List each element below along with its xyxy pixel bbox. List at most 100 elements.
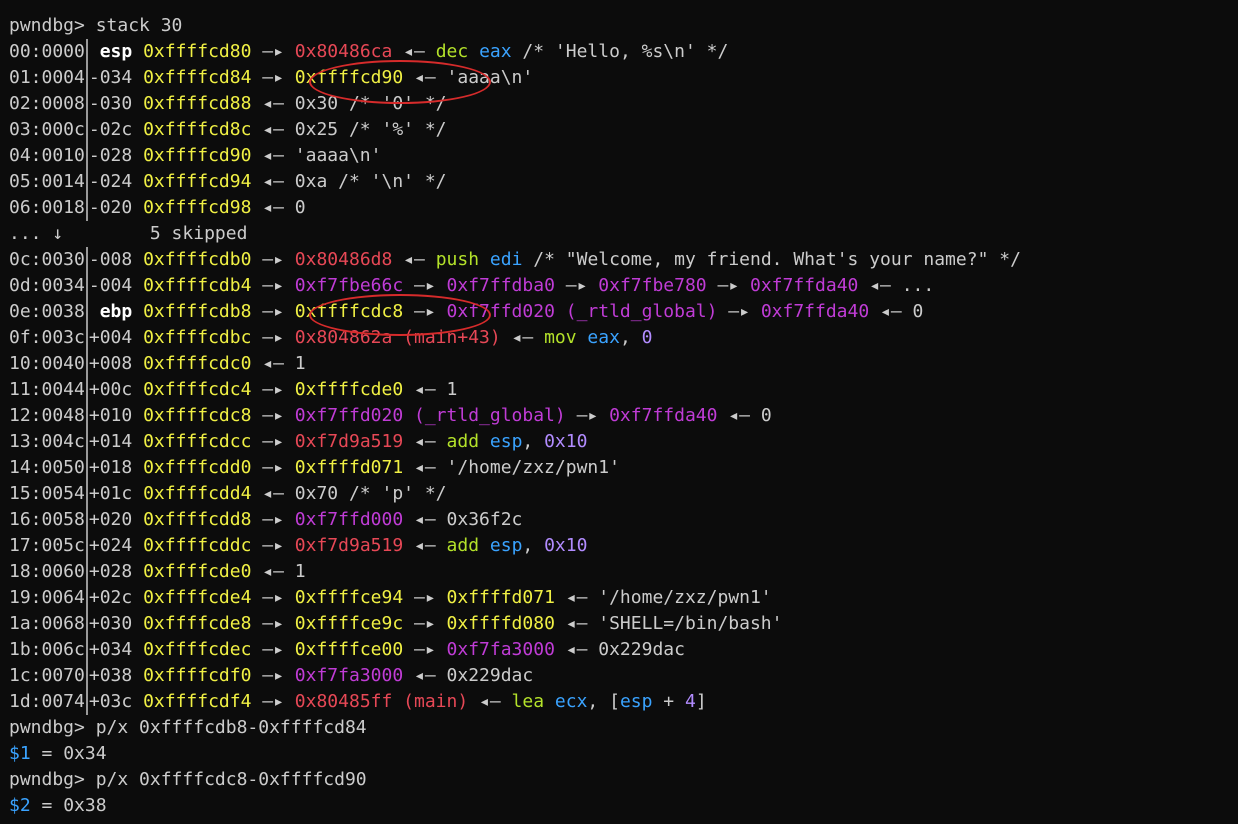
stack-offset: 0e:0038 <box>9 301 85 322</box>
text-segment <box>479 535 490 556</box>
stack-relative-offset: -004 <box>88 275 133 296</box>
text-segment: 0xffffcd80 <box>143 41 252 62</box>
stack-relative-offset: -028 <box>88 145 133 166</box>
text-segment: 0xffffd071 <box>446 587 555 608</box>
text-segment: add <box>446 535 480 556</box>
text-segment: 0xffffcddc <box>143 535 252 556</box>
text-segment: /* "Welcome, my friend. What's your name… <box>522 249 1021 270</box>
text-segment: 0xffffcdc4 <box>143 379 252 400</box>
stack-row: 0f:003c +004 0xffffcdbc —▸ 0x804862a (mai… <box>0 325 1238 351</box>
text-segment: —▸ <box>251 587 295 608</box>
stack-relative-offset: -020 <box>88 197 133 218</box>
text-segment: —▸ <box>565 405 610 426</box>
text-segment: 0xffffce00 <box>294 639 404 660</box>
text-segment: + <box>652 691 685 712</box>
text-segment: ◂— 0x70 /* 'p' */ <box>251 483 447 504</box>
text-segment <box>479 249 490 270</box>
text-segment: p/x 0xffffcdb8-0xffffcd84 <box>95 717 367 738</box>
text-segment: 0xffffcd8c <box>143 119 252 140</box>
stack-offset: 18:0060 <box>9 561 85 582</box>
stack-offset: 01:0004 <box>9 67 85 88</box>
text-segment: 0xffffcdc8 <box>143 405 252 426</box>
text-segment: 0xffffcdd4 <box>143 483 252 504</box>
text-segment: ◂— 0xa /* '\n' */ <box>251 171 447 192</box>
stack-offset: 16:0058 <box>9 509 85 530</box>
stack-relative-offset: +01c <box>88 483 133 504</box>
text-segment: 0xffffce9c <box>294 613 404 634</box>
text-segment: 0xf7d9a519 <box>294 431 404 452</box>
terminal-window[interactable]: pwndbg> stack 30 00:0000 esp 0xffffcd80 —… <box>0 0 1238 824</box>
text-segment: ◂— 'aaaa\n' <box>251 145 382 166</box>
stack-row: 13:004c +014 0xffffcdcc —▸ 0xf7d9a519 ◂— … <box>0 429 1238 455</box>
stack-row: 10:0040 +008 0xffffcdc0 ◂— 1 <box>0 351 1238 377</box>
text-segment: —▸ <box>251 249 295 270</box>
column-separator <box>85 507 88 533</box>
text-segment <box>468 41 479 62</box>
text-segment <box>132 691 143 712</box>
text-segment: 0xffffcdcc <box>143 431 252 452</box>
stack-row: 14:0050 +018 0xffffcdd0 —▸ 0xffffd071 ◂— … <box>0 455 1238 481</box>
text-segment <box>132 639 143 660</box>
text-segment: 0xf7ffdba0 <box>446 275 555 296</box>
stack-offset: 03:000c <box>9 119 85 140</box>
text-segment <box>132 67 143 88</box>
stack-relative-offset: -030 <box>88 93 133 114</box>
text-segment: $2 <box>9 795 31 816</box>
column-separator <box>85 195 88 221</box>
stack-offset: 0d:0034 <box>9 275 85 296</box>
text-segment: esp <box>489 535 523 556</box>
text-segment: 0xf7ffda40 <box>609 405 718 426</box>
text-segment: 0xffffcde0 <box>294 379 404 400</box>
text-segment: 0xffffcdb0 <box>143 249 252 270</box>
text-segment: ◂— <box>468 691 512 712</box>
stack-row: 12:0048 +010 0xffffcdc8 —▸ 0xf7ffd020 (_r… <box>0 403 1238 429</box>
stack-row: 0e:0038 ebp 0xffffcdb8 —▸ 0xffffcdc8 —▸ … <box>0 299 1238 325</box>
column-separator <box>85 351 88 377</box>
text-segment: ] <box>695 691 707 712</box>
stack-row: 15:0054 +01c 0xffffcdd4 ◂— 0x70 /* 'p' */ <box>0 481 1238 507</box>
stack-relative-offset: +008 <box>88 353 133 374</box>
stack-relative-offset: +00c <box>88 379 133 400</box>
stack-relative-offset: +014 <box>88 431 133 452</box>
text-segment: ◂— <box>392 249 436 270</box>
terminal-line: pwndbg> stack 30 <box>0 13 1238 39</box>
text-segment: lea <box>511 691 545 712</box>
text-segment <box>132 457 143 478</box>
text-segment: 0xffffcd98 <box>143 197 252 218</box>
column-separator <box>85 611 88 637</box>
text-segment: 0xffffcdec <box>143 639 252 660</box>
text-segment: 0xffffd071 <box>294 457 404 478</box>
prompt-label: pwndbg> <box>9 717 96 738</box>
column-separator <box>85 169 88 195</box>
text-segment: ◂— <box>403 431 447 452</box>
text-segment: , [ <box>587 691 620 712</box>
text-segment: —▸ <box>251 301 295 322</box>
column-separator <box>85 65 88 91</box>
text-segment: dec <box>435 41 469 62</box>
text-segment: ◂— <box>392 41 436 62</box>
text-segment: p/x 0xffffcdc8-0xffffcd90 <box>95 769 367 790</box>
column-separator <box>85 559 88 585</box>
stack-offset: 0f:003c <box>9 327 85 348</box>
stack-offset: 17:005c <box>9 535 85 556</box>
column-separator <box>85 585 88 611</box>
text-segment: 0x80486ca <box>294 41 393 62</box>
text-segment: 0xffffce94 <box>294 587 404 608</box>
text-segment: —▸ <box>251 379 295 400</box>
text-segment: 0xffffcdd8 <box>143 509 252 530</box>
text-segment: 0xffffcdb8 <box>143 301 252 322</box>
stack-relative-offset: +028 <box>88 561 133 582</box>
text-segment: —▸ <box>251 613 295 634</box>
text-segment: eax <box>587 327 620 348</box>
text-segment: 0x10 <box>544 431 588 452</box>
text-segment: ... ↓ 5 skipped <box>9 223 248 244</box>
text-segment: —▸ <box>403 275 447 296</box>
text-segment: ◂— 0 <box>251 197 306 218</box>
text-segment <box>132 561 143 582</box>
text-segment: —▸ <box>251 405 295 426</box>
text-segment <box>132 301 143 322</box>
text-segment: ◂— '/home/zxz/pwn1' <box>403 457 620 478</box>
text-segment: 4 <box>684 691 696 712</box>
stack-offset: 13:004c <box>9 431 85 452</box>
text-segment: —▸ <box>706 275 750 296</box>
